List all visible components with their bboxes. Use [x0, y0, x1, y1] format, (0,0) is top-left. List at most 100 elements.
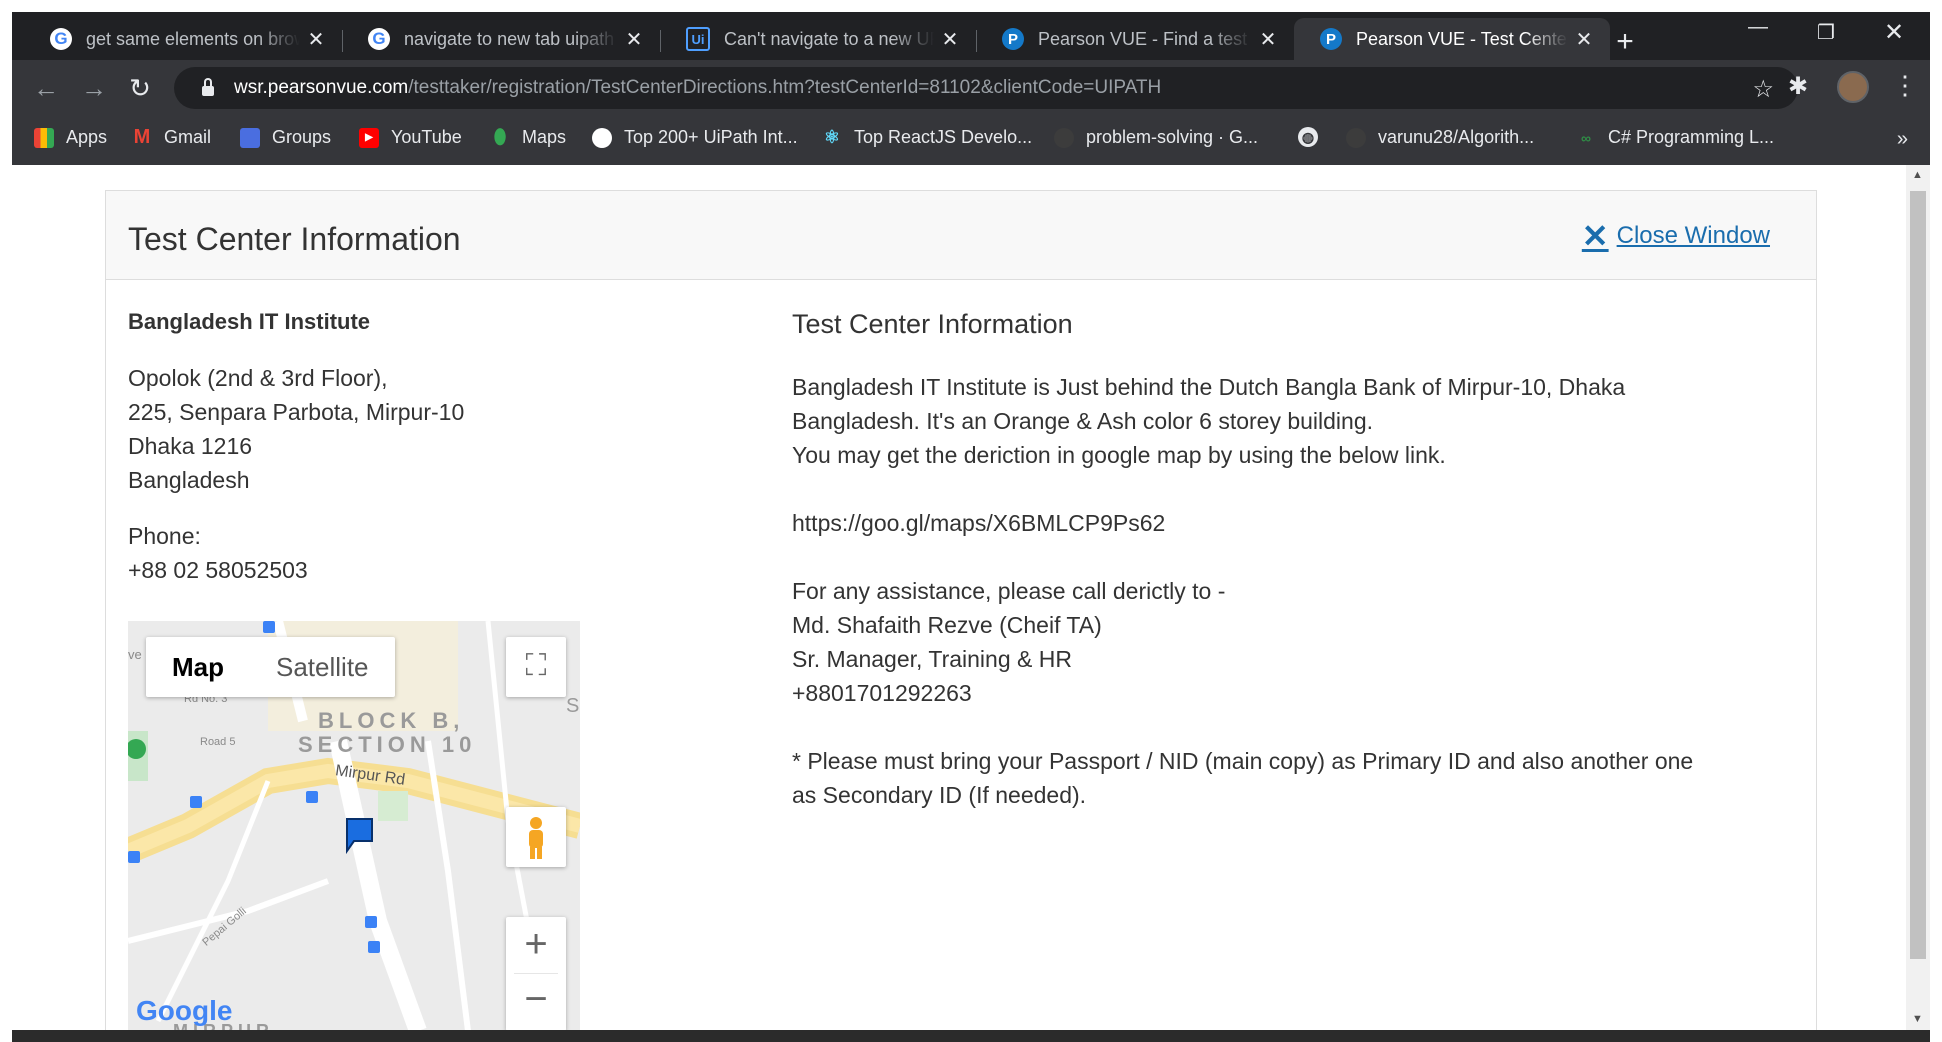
bookmark-label: problem-solving · G...	[1086, 127, 1259, 147]
map-tab-map[interactable]: Map	[146, 637, 250, 697]
panel-header: Test Center Information ✕ Close Window	[106, 191, 1816, 280]
scroll-up-icon[interactable]: ▲	[1912, 169, 1923, 181]
zoom-in-icon[interactable]: +	[506, 917, 566, 973]
bookmark-groups[interactable]: Groups	[240, 127, 331, 148]
test-center-panel: Test Center Information ✕ Close Window B…	[105, 190, 1817, 1032]
tab-3[interactable]: Ui Can't navigate to a new URL ✕	[660, 18, 976, 60]
close-tab-icon[interactable]: ✕	[624, 27, 644, 52]
google-icon: G	[368, 28, 390, 50]
reactjs-icon: ⚛	[823, 127, 841, 147]
tab-4[interactable]: P Pearson VUE - Find a test center ✕	[976, 18, 1294, 60]
info-line: Bangladesh IT Institute is Just behind t…	[792, 374, 1626, 400]
bookmark-label: Top 200+ UiPath Int...	[624, 127, 798, 147]
scrollbar-thumb[interactable]	[1910, 191, 1926, 959]
street-view-pegman-icon[interactable]	[506, 807, 566, 867]
address-line: Bangladesh	[128, 467, 250, 493]
close-tab-icon[interactable]: ✕	[1574, 27, 1594, 52]
address-url: wsr.pearsonvue.com/testtaker/registratio…	[234, 77, 1162, 98]
contact-name: Md. Shafaith Rezve (Cheif TA)	[792, 612, 1102, 638]
bookmark-apps[interactable]: Apps	[34, 127, 107, 148]
browser-window: G get same elements on brow ✕ G navigate…	[12, 12, 1930, 165]
close-tab-icon[interactable]: ✕	[306, 27, 326, 52]
github-icon	[1346, 127, 1366, 148]
bookmarks-bar: Apps M Gmail Groups ▶ YouTube ⬮ Maps Top…	[12, 116, 1930, 165]
bookmark-gmail[interactable]: M Gmail	[132, 126, 212, 148]
pearson-icon: P	[1320, 28, 1342, 50]
lock-icon	[202, 78, 214, 96]
bookmark-youtube[interactable]: ▶ YouTube	[359, 127, 462, 148]
bookmark-label: Top ReactJS Develo...	[854, 127, 1033, 147]
map-tab-satellite[interactable]: Satellite	[250, 637, 395, 697]
reload-icon[interactable]: ↻	[124, 72, 156, 104]
address-line: 225, Senpara Parbota, Mirpur-10	[128, 399, 465, 425]
directions-text: Bangladesh IT Institute is Just behind t…	[792, 370, 1802, 812]
bookmark-star-icon[interactable]: ☆	[1752, 75, 1774, 104]
zoom-out-icon[interactable]: −	[506, 974, 566, 1030]
info-line: You may get the deriction in google map …	[792, 442, 1446, 468]
close-window-link[interactable]: ✕ Close Window	[1582, 217, 1770, 255]
scroll-down-icon[interactable]: ▼	[1912, 1013, 1923, 1025]
tab-title: navigate to new tab uipath	[404, 28, 615, 49]
profile-avatar[interactable]	[1837, 71, 1869, 103]
minimize-icon[interactable]: —	[1738, 16, 1778, 39]
youtube-icon: ▶	[359, 127, 379, 148]
close-x-icon: ✕	[1581, 218, 1609, 254]
info-title: Test Center Information	[792, 309, 1073, 339]
tab-title: Can't navigate to a new URL	[724, 28, 934, 49]
google-logo: Google	[136, 995, 233, 1026]
tab-2[interactable]: G navigate to new tab uipath ✕	[342, 18, 660, 60]
bookmark-globe[interactable]: ◍	[1298, 127, 1330, 147]
address-line: Opolok (2nd & 3rd Floor),	[128, 365, 388, 391]
pegman-icon	[529, 817, 543, 859]
menu-kebab-icon[interactable]: ⋮	[1892, 70, 1918, 101]
bookmark-reactjs[interactable]: ⚛ Top ReactJS Develo...	[822, 127, 1032, 148]
back-icon[interactable]: ←	[30, 72, 62, 104]
bookmark-label: Apps	[66, 127, 108, 147]
close-window-icon[interactable]: ✕	[1874, 18, 1914, 47]
taskbar	[12, 1030, 1930, 1042]
bookmark-problem-solving[interactable]: problem-solving · G...	[1054, 127, 1258, 148]
bookmark-maps[interactable]: ⬮ Maps	[490, 126, 567, 148]
address: Opolok (2nd & 3rd Floor), 225, Senpara P…	[128, 361, 588, 497]
map-road-label: Road 5	[200, 736, 236, 748]
toolbar: ← → ↻ wsr.pearsonvue.com/testtaker/regis…	[12, 60, 1930, 116]
center-name: Bangladesh IT Institute	[128, 309, 371, 334]
fullscreen-icon[interactable]: ⛶	[506, 637, 566, 697]
close-tab-icon[interactable]: ✕	[940, 27, 960, 52]
map-type-control: Map Satellite	[146, 637, 395, 697]
map-edge-label: ve	[128, 647, 142, 662]
tab-5-active[interactable]: P Pearson VUE - Test Center Information …	[1294, 18, 1610, 60]
address-bar[interactable]: wsr.pearsonvue.com/testtaker/registratio…	[174, 67, 1798, 109]
zoom-control: + −	[506, 917, 566, 1031]
close-tab-icon[interactable]: ✕	[1258, 27, 1278, 52]
tab-title: Pearson VUE - Test Center Information	[1356, 28, 1568, 49]
tab-title: Pearson VUE - Find a test center	[1038, 28, 1252, 49]
center-address-block: Bangladesh IT Institute Opolok (2nd & 3r…	[128, 309, 588, 587]
contact-title: Sr. Manager, Training & HR	[792, 646, 1072, 672]
map-link-text: https://goo.gl/maps/X6BMLCP9Ps62	[792, 510, 1166, 536]
bookmark-uipath-interview[interactable]: Top 200+ UiPath Int...	[592, 127, 798, 148]
restore-icon[interactable]: ❐	[1806, 20, 1846, 45]
close-window-label: Close Window	[1616, 222, 1770, 249]
tab-1[interactable]: G get same elements on brow ✕	[24, 18, 342, 60]
new-tab-button[interactable]: +	[1610, 27, 1640, 58]
more-bookmarks-icon[interactable]: »	[1897, 128, 1908, 151]
forward-icon[interactable]: →	[78, 72, 110, 104]
phone-label: Phone:	[128, 523, 201, 549]
google-map[interactable]: Rd No. 3 Road 5 ve BLOCK B, SECTION 10 M…	[128, 621, 580, 1031]
id-note: * Please must bring your Passport / NID …	[792, 748, 1694, 774]
geeksforgeeks-icon: ∞	[1581, 129, 1591, 146]
page-scrollbar[interactable]: ▲ ▼	[1906, 165, 1930, 1030]
bookmark-label: Gmail	[164, 127, 212, 147]
map-area-label: BLOCK B,	[318, 708, 465, 733]
bookmark-label: Maps	[522, 127, 567, 147]
gmail-icon: M	[133, 126, 151, 148]
extensions-icon[interactable]: ✱	[1788, 72, 1808, 101]
bookmark-algorithms[interactable]: varunu28/Algorith...	[1346, 127, 1534, 148]
uipath-int-icon	[592, 127, 612, 148]
globe-icon: ◍	[1298, 127, 1318, 147]
page-title: Test Center Information	[128, 221, 461, 257]
bookmark-csharp[interactable]: ∞ C# Programming L...	[1576, 127, 1774, 148]
tab-title: get same elements on brow	[86, 28, 300, 49]
directions-block: Test Center Information Bangladesh IT In…	[792, 309, 1802, 812]
